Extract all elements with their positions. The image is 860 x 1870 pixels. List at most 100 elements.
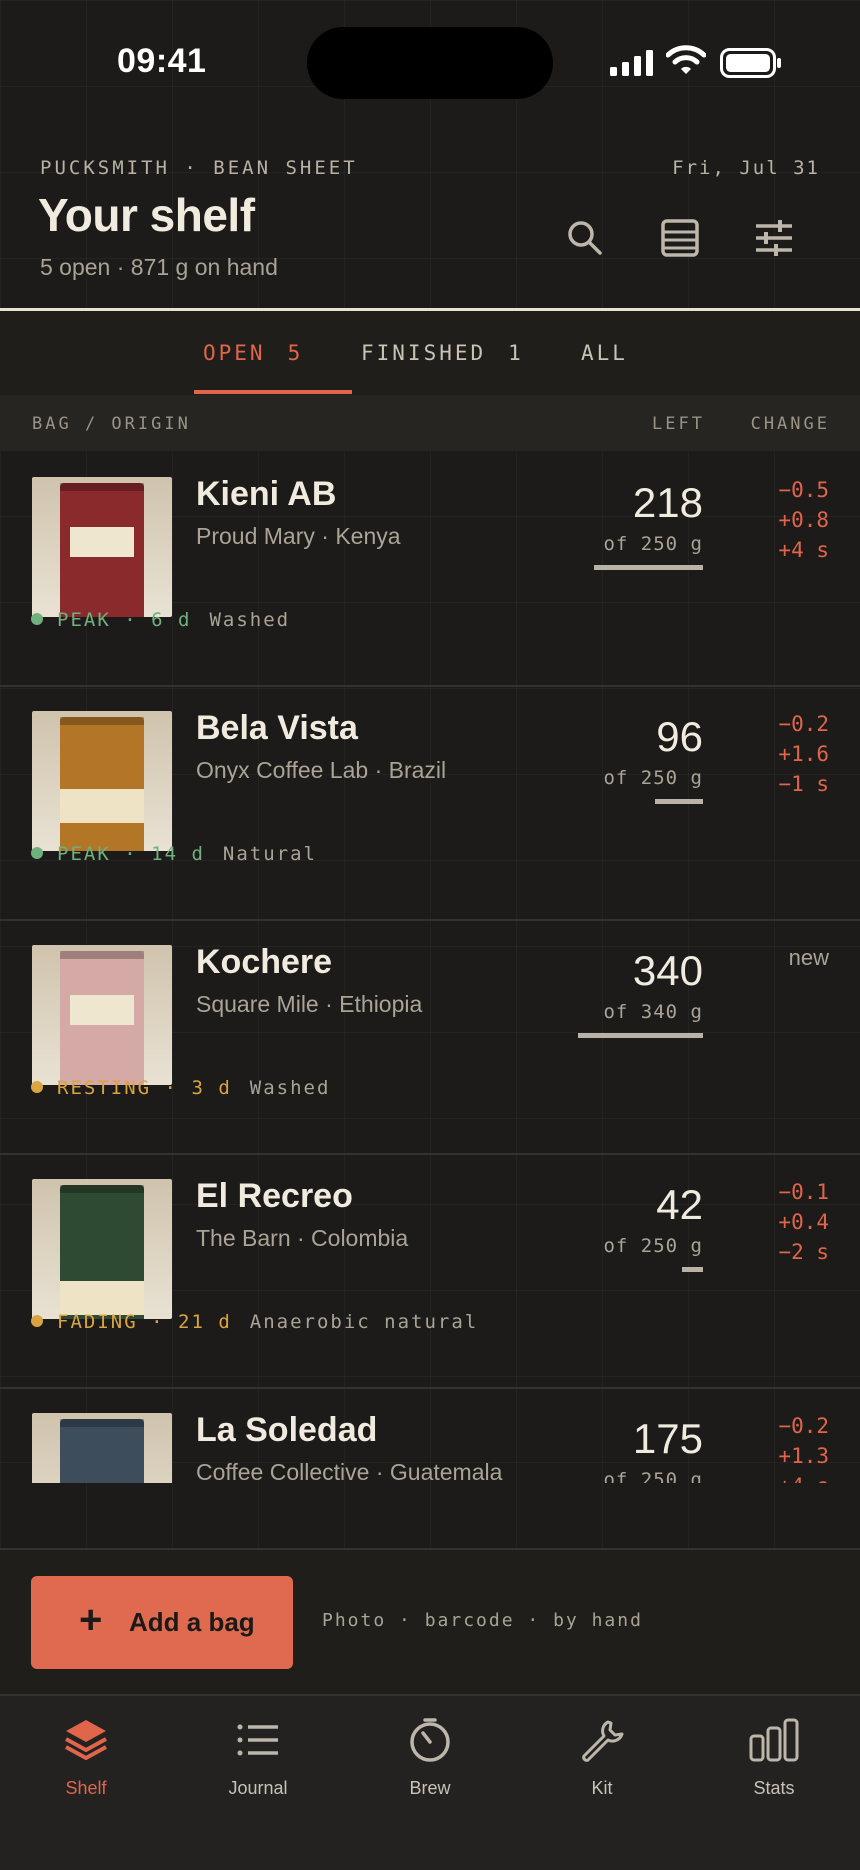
coffee-bag-image <box>60 1185 144 1319</box>
add-bag-label: Add a bag <box>129 1607 255 1637</box>
freshness-status: RESTING · 3 d Washed <box>31 1077 330 1099</box>
change-value: +0.8 <box>778 508 829 532</box>
bottom-tab-bar: Shelf Journal Brew Kit Stats <box>0 1694 860 1870</box>
tabbar-label: Kit <box>591 1778 613 1798</box>
wifi-icon <box>666 45 706 74</box>
bag-roaster-origin: Coffee Collective · Guatemala <box>196 1459 503 1483</box>
status-label: FADING <box>57 1311 138 1333</box>
bag-name: Kieni AB <box>196 475 337 513</box>
tab-count: 1 <box>508 341 524 365</box>
change-value: −1 s <box>778 772 829 796</box>
tab-label: FINISHED <box>361 341 487 365</box>
tabbar-shelf[interactable]: Shelf <box>26 1716 146 1799</box>
tabbar-kit[interactable]: Kit <box>542 1716 662 1799</box>
status-separator: · <box>164 1077 178 1099</box>
change-value: new <box>788 945 829 970</box>
active-tab-indicator <box>194 390 352 394</box>
remaining-bar <box>578 1033 703 1038</box>
freshness-status: PEAK · 6 d Washed <box>31 609 290 631</box>
search-icon[interactable] <box>563 216 607 260</box>
tab-open[interactable]: OPEN 5 <box>203 341 303 365</box>
freshness-status: PEAK · 14 d Natural <box>31 843 317 865</box>
add-bag-bar: + Add a bag Photo · barcode · by hand <box>0 1548 860 1696</box>
bag-roaster-origin: The Barn · Colombia <box>196 1225 409 1251</box>
change-column: −0.5 +0.8 +4 s <box>778 475 829 565</box>
status-label: PEAK <box>57 843 111 865</box>
grams-left: 42 <box>656 1181 703 1228</box>
bag-photo <box>32 945 172 1085</box>
tabbar-label: Journal <box>228 1778 288 1798</box>
tabbar-stats[interactable]: Stats <box>714 1716 834 1799</box>
page-header: PUCKSMITH · BEAN SHEET Fri, Jul 31 Your … <box>0 120 860 308</box>
bag-name: Kochere <box>196 943 333 981</box>
bag-photo <box>32 477 172 617</box>
change-column: −0.2 +1.3 +4 s <box>778 1411 829 1483</box>
change-value: +4 s <box>778 538 829 562</box>
remaining-bar <box>682 1267 703 1272</box>
filter-sliders-icon[interactable] <box>752 216 796 260</box>
column-left: LEFT <box>652 414 705 434</box>
change-value: −2 s <box>778 1240 829 1264</box>
tab-all[interactable]: ALL <box>581 341 628 365</box>
bag-label <box>70 995 134 1025</box>
status-label: PEAK <box>57 609 111 631</box>
tabbar-brew[interactable]: Brew <box>370 1716 490 1799</box>
status-dot <box>31 1315 43 1327</box>
table-view-icon[interactable] <box>658 216 702 260</box>
status-label: RESTING <box>57 1077 152 1099</box>
bag-row[interactable]: La Soledad Coffee Collective · Guatemala… <box>0 1387 860 1483</box>
tab-finished[interactable]: FINISHED 1 <box>361 341 524 365</box>
coffee-bag-image <box>60 483 144 617</box>
tabbar-journal[interactable]: Journal <box>198 1716 318 1799</box>
change-value: +1.3 <box>778 1444 829 1468</box>
grams-total: of 250 g <box>603 767 703 789</box>
process-method: Washed <box>249 1077 331 1099</box>
bag-row[interactable]: Kochere Square Mile · Ethiopia 340 of 34… <box>0 919 860 1155</box>
change-value: +0.4 <box>778 1210 829 1234</box>
bag-row[interactable]: Bela Vista Onyx Coffee Lab · Brazil 96 o… <box>0 685 860 921</box>
grams-left: 175 <box>632 1415 703 1462</box>
bag-row[interactable]: Kieni AB Proud Mary · Kenya 218 of 250 g… <box>0 451 860 687</box>
bag-photo <box>32 1179 172 1319</box>
bag-fold <box>60 1185 144 1193</box>
page-subtitle: 5 open · 871 g on hand <box>40 254 278 280</box>
change-value: +1.6 <box>778 742 829 766</box>
change-column: −0.2 +1.6 −1 s <box>778 709 829 799</box>
page-title: Your shelf <box>38 189 255 241</box>
wrench-icon <box>582 1720 624 1762</box>
bag-name: Bela Vista <box>196 709 358 747</box>
status-separator: · <box>124 609 138 631</box>
grams-left: 96 <box>656 713 703 760</box>
remaining-bar <box>655 799 703 804</box>
grams-total: of 340 g <box>603 1001 703 1023</box>
bag-label-band <box>60 1281 144 1315</box>
column-change: CHANGE <box>750 414 830 434</box>
plus-icon: + <box>79 1598 103 1642</box>
status-dot <box>31 613 43 625</box>
grams-total: of 250 g <box>603 533 703 555</box>
bag-roaster-origin: Onyx Coffee Lab · Brazil <box>196 757 447 783</box>
bag-roaster-origin: Square Mile · Ethiopia <box>196 991 423 1017</box>
change-value: +4 s <box>778 1471 829 1483</box>
bag-fold <box>60 717 144 725</box>
days-since-roast: 21 d <box>178 1311 232 1333</box>
header-date: Fri, Jul 31 <box>672 157 820 179</box>
change-value: −0.2 <box>778 712 829 736</box>
battery-icon <box>720 48 781 78</box>
grams-total: of 250 g <box>603 1235 703 1257</box>
coffee-bag-image <box>60 951 144 1085</box>
add-bag-button[interactable]: + Add a bag <box>31 1576 293 1669</box>
list-icon <box>237 1724 278 1756</box>
tabbar-label: Stats <box>753 1778 795 1798</box>
tabbar-label: Brew <box>409 1778 451 1798</box>
bag-fold <box>60 1419 144 1427</box>
status-separator: · <box>124 843 138 865</box>
days-since-roast: 6 d <box>151 609 192 631</box>
days-since-roast: 14 d <box>151 843 205 865</box>
status-time: 09:41 <box>117 42 207 80</box>
bag-row[interactable]: El Recreo The Barn · Colombia 42 of 250 … <box>0 1153 860 1389</box>
process-method: Washed <box>209 609 291 631</box>
column-header: BAG / ORIGIN LEFT CHANGE <box>0 395 860 451</box>
change-value: −0.5 <box>778 478 829 502</box>
bag-name: El Recreo <box>196 1177 353 1215</box>
